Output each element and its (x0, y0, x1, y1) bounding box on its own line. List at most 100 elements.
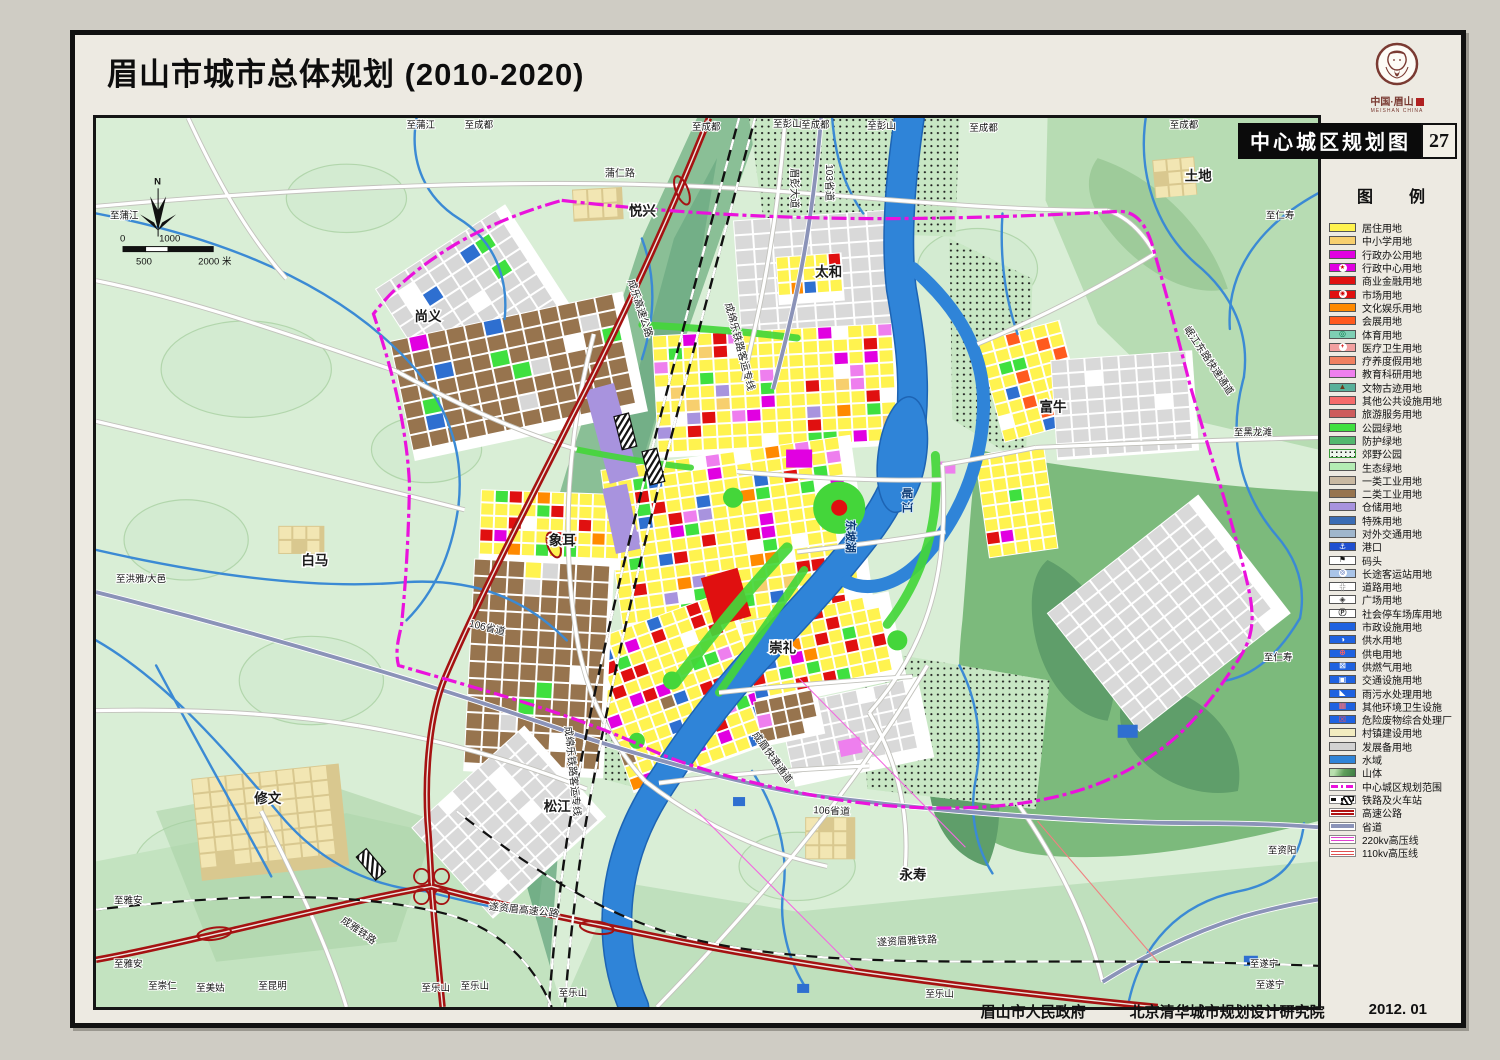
legend-swatch-icon (1329, 489, 1356, 498)
legend-item: ▣交通设施用地 (1329, 673, 1463, 686)
map-label: 松江 (544, 798, 571, 814)
legend-item: 特殊用地 (1329, 514, 1463, 527)
map-label: 至仁寿 (1266, 209, 1295, 221)
legend-swatch-icon: ★ (1329, 263, 1356, 272)
map-label: 至资阳 (1268, 845, 1297, 856)
legend-swatch-icon (1329, 250, 1356, 259)
legend-item: 市政设施用地 (1329, 620, 1463, 633)
legend-items: 居住用地中小学用地行政办公用地★行政中心用地商业金融用地◉市场用地文化娱乐用地会… (1329, 221, 1463, 859)
legend-item: ╬道路用地 (1329, 580, 1463, 593)
legend-swatch-icon: ⊕ (1329, 649, 1356, 658)
legend-item: 高速公路 (1329, 806, 1463, 819)
legend-item: 商业金融用地 (1329, 274, 1463, 287)
map-label: 悦兴 (629, 202, 656, 218)
legend-swatch-icon: ╬ (1329, 582, 1356, 591)
legend-item: 中小学用地 (1329, 234, 1463, 247)
map-label: 至蒲江 (110, 209, 139, 221)
legend-swatch-icon (1329, 436, 1356, 445)
svg-text:500: 500 (136, 257, 152, 268)
legend-swatch-icon: ◉ (1329, 290, 1356, 299)
map-label: 103省道 (823, 164, 836, 201)
legend-swatch-icon: ▲ (1329, 383, 1356, 392)
legend-swatch-icon (1329, 516, 1356, 525)
legend-swatch-icon (1329, 409, 1356, 418)
banner-title: 中心城区规划图 (1238, 123, 1421, 159)
legend-panel: 图 例 居住用地中小学用地行政办公用地★行政中心用地商业金融用地◉市场用地文化娱… (1329, 183, 1463, 859)
legend-swatch-icon (1329, 622, 1356, 631)
map-label: 永寿 (899, 866, 926, 882)
logo-emblem-icon (1374, 41, 1420, 87)
legend-swatch-icon: ◈ (1329, 595, 1356, 604)
legend-glyph-icon: ⊠ (1339, 662, 1346, 670)
legend-item: ◣雨污水处理用地 (1329, 686, 1463, 699)
legend-glyph-icon: ⚑ (1339, 556, 1346, 564)
legend-swatch-icon (1329, 822, 1356, 831)
legend-swatch-icon (1329, 316, 1356, 325)
legend-item: ▦其他环境卫生设施 (1329, 700, 1463, 713)
legend-swatch-icon (1329, 728, 1356, 737)
map-label: 至崇仁 (148, 980, 177, 992)
svg-text:N: N (154, 176, 161, 187)
legend-glyph-icon: ◎ (1339, 330, 1346, 338)
legend-item: 一类工业用地 (1329, 474, 1463, 487)
legend-swatch-icon: ⊠ (1329, 662, 1356, 671)
legend-swatch-icon (1329, 808, 1356, 817)
legend-item: 中心城区规划范围 (1329, 779, 1463, 792)
legend-item: 防护绿地 (1329, 434, 1463, 447)
map-label: 白马 (301, 552, 328, 568)
legend-item: 居住用地 (1329, 221, 1463, 234)
legend-glyph-icon: ◎ (1339, 569, 1347, 577)
map-label: 象耳 (549, 532, 576, 548)
legend-glyph-icon: ⚓ (1339, 543, 1346, 551)
footer-credits: 眉山市人民政府 北京清华城市规划设计研究院 2012. 01 (981, 1001, 1427, 1022)
legend-glyph-icon: ☒ (1339, 716, 1346, 724)
footer-date: 2012. 01 (1369, 1001, 1427, 1022)
legend-item: 仓储用地 (1329, 500, 1463, 513)
legend-item: ◑供水用地 (1329, 633, 1463, 646)
legend-swatch-icon (1329, 449, 1356, 458)
legend-station-icon (1340, 796, 1354, 805)
legend-item: 村镇建设用地 (1329, 726, 1463, 739)
legend-swatch-icon: ☒ (1329, 715, 1356, 724)
legend-swatch-icon: ◎ (1329, 569, 1356, 578)
svg-text:0: 0 (120, 234, 125, 245)
zone-baima (278, 526, 324, 554)
legend-glyph-icon: Ⓟ (1339, 609, 1347, 617)
legend-item: 220kv高压线 (1329, 833, 1463, 846)
svg-text:2000 米: 2000 米 (198, 256, 232, 268)
legend-swatch-icon (1329, 356, 1356, 365)
legend-swatch-icon (1329, 502, 1356, 511)
legend-swatch-icon (1329, 782, 1356, 791)
map-label: 岷 江 (900, 488, 914, 513)
legend-glyph-icon: ◈ (1339, 596, 1345, 604)
legend-swatch-icon (1329, 396, 1356, 405)
footer-government: 眉山市人民政府 (981, 1001, 1086, 1022)
legend-swatch-icon: ⚑ (1329, 556, 1356, 565)
legend-swatch-icon: ◎ (1329, 330, 1356, 339)
page-title: 眉山市城市总体规划 (2010-2020) (107, 49, 585, 94)
legend-swatch-icon (1329, 835, 1356, 844)
legend-title: 图 例 (1329, 183, 1463, 207)
legend-item: 水域 (1329, 753, 1463, 766)
legend-item: 铁路及火车站 (1329, 793, 1463, 806)
map-label: 至成都 (801, 119, 830, 131)
legend-swatch-icon (1329, 848, 1356, 857)
logo-subtext: MEISHAN CHINA (1347, 108, 1447, 114)
map-label: 至雅安 (114, 958, 143, 970)
map-label: 至遂宁 (1256, 979, 1285, 991)
map-label: 土地 (1185, 167, 1212, 183)
legend-item: ⊠供燃气用地 (1329, 660, 1463, 673)
map-label: 眉彭大道 (788, 168, 801, 208)
zone-xiuwen (191, 763, 349, 880)
legend-item: ◈广场用地 (1329, 593, 1463, 606)
legend-glyph-icon: ▦ (1339, 702, 1347, 710)
legend-glyph-icon: ◉ (1339, 290, 1347, 298)
map-label: 至遂宁 (1250, 958, 1279, 970)
legend-swatch-icon (1329, 742, 1356, 751)
legend-item: ⚓港口 (1329, 540, 1463, 553)
legend-glyph-icon: ◣ (1339, 689, 1345, 697)
logo-seal-icon (1416, 98, 1424, 106)
zone-yongshou (805, 817, 855, 859)
legend-swatch-icon: + (1329, 343, 1356, 352)
legend-swatch-icon (1329, 423, 1356, 432)
